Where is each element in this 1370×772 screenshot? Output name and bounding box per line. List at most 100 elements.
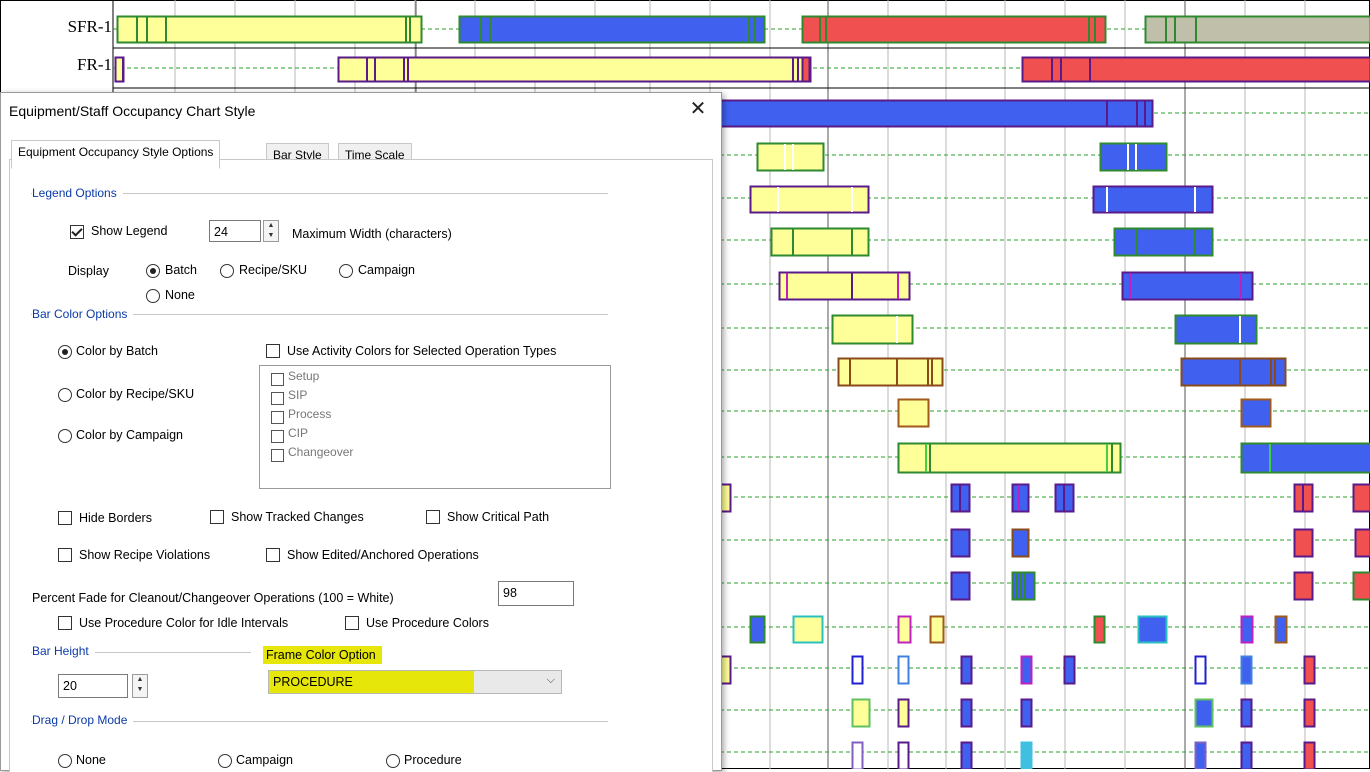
occupancy-bar — [1115, 229, 1213, 256]
hide-borders-checkbox[interactable] — [58, 511, 72, 525]
occupancy-bar — [1176, 316, 1257, 344]
operation-type-label-cip: CIP — [288, 426, 308, 440]
show-edited-anchored-label: Show Edited/Anchored Operations — [287, 548, 479, 562]
occupancy-bar — [962, 743, 972, 770]
operation-type-checkbox-cip[interactable] — [271, 430, 284, 443]
close-icon[interactable]: ✕ — [675, 93, 721, 127]
occupancy-bar — [899, 617, 911, 643]
occupancy-bar — [1305, 700, 1315, 727]
procedure-color-idle-label: Use Procedure Color for Idle Intervals — [79, 616, 288, 630]
operation-types-list[interactable]: Setup SIP Process CIP Changeover — [259, 365, 611, 489]
show-tracked-changes-label: Show Tracked Changes — [231, 510, 364, 524]
frame-color-value: PROCEDURE — [273, 671, 353, 693]
max-width-label: Maximum Width (characters) — [292, 227, 452, 241]
display-batch-radio[interactable] — [146, 264, 160, 278]
occupancy-bar — [1023, 58, 1370, 82]
occupancy-bar — [1101, 144, 1167, 171]
occupancy-bar — [853, 700, 870, 727]
display-none-radio[interactable] — [146, 289, 160, 303]
drag-drop-procedure-label: Procedure — [404, 753, 462, 767]
occupancy-bar — [772, 229, 869, 256]
occupancy-bar — [118, 17, 422, 43]
occupancy-bar — [1242, 743, 1252, 770]
bar-height-input[interactable]: 20 — [58, 674, 128, 698]
occupancy-bar — [803, 17, 1106, 43]
occupancy-bar — [1022, 657, 1032, 684]
frame-color-option-label: Frame Color Option — [263, 646, 382, 664]
operation-type-label-changeover: Changeover — [288, 445, 353, 459]
operation-type-checkbox-changeover[interactable] — [271, 449, 284, 462]
color-by-recipe-sku-label: Color by Recipe/SKU — [76, 387, 194, 401]
occupancy-bar — [1276, 617, 1287, 643]
occupancy-bar — [1196, 700, 1213, 727]
show-legend-checkbox[interactable] — [70, 225, 84, 239]
color-by-recipe-sku-radio[interactable] — [58, 388, 72, 402]
occupancy-bar — [952, 573, 970, 600]
display-batch-label: Batch — [165, 263, 197, 277]
operation-type-label-sip: SIP — [288, 388, 307, 402]
occupancy-bar — [1295, 530, 1313, 557]
occupancy-bar — [1123, 273, 1253, 300]
show-legend-label: Show Legend — [91, 224, 167, 238]
hide-borders-label: Hide Borders — [79, 511, 152, 525]
occupancy-bar — [721, 657, 731, 684]
row-label-sfr-1: SFR-1 — [0, 17, 112, 37]
bar-color-options-group: Bar Color Options — [32, 307, 133, 321]
occupancy-bar — [899, 743, 909, 770]
frame-color-select[interactable]: PROCEDURE ⌵ — [268, 670, 562, 694]
max-width-spinner[interactable]: ▲▼ — [263, 220, 279, 242]
display-recipe-sku-label: Recipe/SKU — [239, 263, 307, 277]
occupancy-bar — [721, 101, 1153, 127]
show-tracked-changes-checkbox[interactable] — [210, 510, 224, 524]
occupancy-bar — [931, 617, 944, 643]
bar-height-spinner[interactable]: ▲▼ — [132, 674, 148, 698]
chart-style-dialog: Equipment/Staff Occupancy Chart Style ✕ … — [0, 92, 722, 771]
drag-drop-procedure-radio[interactable] — [386, 754, 400, 768]
drag-drop-none-radio[interactable] — [58, 754, 72, 768]
color-by-campaign-radio[interactable] — [58, 429, 72, 443]
show-critical-path-label: Show Critical Path — [447, 510, 549, 524]
occupancy-bar — [833, 316, 913, 344]
occupancy-bar — [721, 485, 731, 512]
occupancy-bar — [853, 743, 863, 770]
occupancy-bar — [803, 58, 810, 82]
drag-drop-campaign-radio[interactable] — [218, 754, 232, 768]
occupancy-bar — [460, 17, 765, 43]
display-none-label: None — [165, 288, 195, 302]
display-campaign-radio[interactable] — [339, 264, 353, 278]
occupancy-bar — [1356, 530, 1370, 557]
occupancy-bar — [1242, 444, 1370, 473]
occupancy-bar — [899, 444, 1121, 473]
show-critical-path-checkbox[interactable] — [426, 510, 440, 524]
max-width-input[interactable]: 24 — [209, 220, 261, 242]
show-recipe-violations-checkbox[interactable] — [58, 548, 72, 562]
occupancy-bar — [853, 657, 863, 684]
percent-fade-input[interactable]: 98 — [498, 581, 574, 606]
display-campaign-label: Campaign — [358, 263, 415, 277]
tab-equipment-occupancy-style-options[interactable]: Equipment Occupancy Style Options — [11, 140, 220, 169]
procedure-color-idle-checkbox[interactable] — [58, 616, 72, 630]
occupancy-bar — [1022, 700, 1032, 727]
use-procedure-colors-checkbox[interactable] — [345, 616, 359, 630]
occupancy-bar — [899, 700, 909, 727]
occupancy-bar — [952, 530, 970, 557]
color-by-batch-label: Color by Batch — [76, 344, 158, 358]
dialog-title: Equipment/Staff Occupancy Chart Style — [9, 103, 255, 119]
show-edited-anchored-checkbox[interactable] — [266, 548, 280, 562]
occupancy-bar — [1305, 657, 1315, 684]
operation-type-checkbox-process[interactable] — [271, 411, 284, 424]
occupancy-bar — [1354, 573, 1370, 600]
color-by-batch-radio[interactable] — [58, 345, 72, 359]
occupancy-bar — [899, 400, 929, 427]
occupancy-bar — [1305, 743, 1315, 770]
display-recipe-sku-radio[interactable] — [220, 264, 234, 278]
occupancy-bar — [339, 58, 811, 82]
operation-type-checkbox-setup[interactable] — [271, 373, 284, 386]
occupancy-bar — [780, 273, 910, 300]
operation-type-checkbox-sip[interactable] — [271, 392, 284, 405]
drag-drop-mode-group: Drag / Drop Mode — [32, 713, 133, 727]
occupancy-bar — [1146, 17, 1370, 43]
occupancy-bar — [1242, 657, 1252, 684]
use-activity-colors-checkbox[interactable] — [266, 344, 280, 358]
chevron-down-icon: ⌵ — [547, 674, 555, 687]
